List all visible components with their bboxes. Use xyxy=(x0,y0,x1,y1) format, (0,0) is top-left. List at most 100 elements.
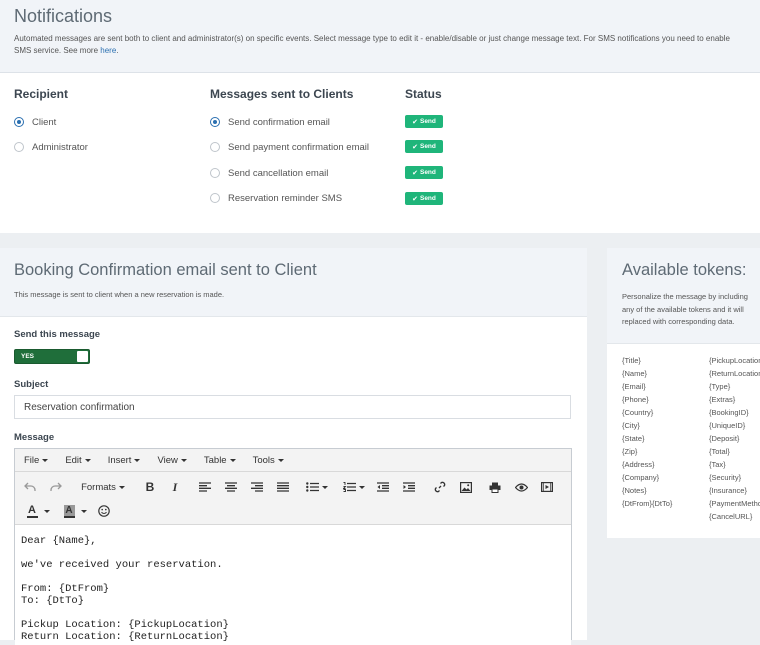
chevron-down-icon xyxy=(42,458,49,462)
image-icon[interactable] xyxy=(457,477,475,497)
status-badge[interactable]: ✔ Send xyxy=(405,192,443,205)
redo-icon[interactable] xyxy=(47,477,65,497)
status-badge[interactable]: ✔ Send xyxy=(405,115,443,128)
menu-view[interactable]: View xyxy=(157,455,187,466)
editor-content[interactable]: Dear {Name}, we've received your reserva… xyxy=(15,525,571,645)
token-item[interactable]: {Title} xyxy=(622,356,641,365)
check-icon: ✔ xyxy=(412,118,418,126)
editor-toolbar: Formats B I A A xyxy=(15,472,571,525)
menu-file[interactable]: File xyxy=(24,454,49,466)
token-item[interactable]: {Deposit} xyxy=(709,434,739,443)
chevron-down-icon xyxy=(43,509,50,513)
background-color-icon[interactable]: A xyxy=(60,501,90,521)
status-text: Send xyxy=(419,195,436,202)
menu-tools-label: Tools xyxy=(252,454,275,466)
align-left-icon[interactable] xyxy=(196,477,214,497)
link-icon[interactable] xyxy=(431,477,449,497)
radio-cancellation-email[interactable] xyxy=(210,168,220,178)
send-message-toggle[interactable]: YES xyxy=(14,349,90,364)
token-item[interactable]: {DtFrom}{DtTo} xyxy=(622,499,672,508)
align-right-icon[interactable] xyxy=(248,477,266,497)
page-title: Notifications xyxy=(14,6,113,26)
chevron-down-icon xyxy=(80,509,87,513)
token-item[interactable]: {Name} xyxy=(622,369,647,378)
menu-tools[interactable]: Tools xyxy=(253,455,284,466)
token-item[interactable]: {Type} xyxy=(709,382,730,391)
radio-client[interactable] xyxy=(14,117,24,127)
message-label-cancellation: Send cancellation email xyxy=(228,167,329,179)
recipient-client[interactable]: Client xyxy=(14,115,56,129)
formats-label: Formats xyxy=(81,481,116,493)
subject-input[interactable] xyxy=(14,395,571,419)
recipient-heading: Recipient xyxy=(14,87,69,101)
message-cancellation-email[interactable]: Send cancellation email xyxy=(210,166,328,180)
token-item[interactable]: {UniqueID} xyxy=(709,421,745,430)
description-line-2: SMS service. See more xyxy=(14,46,101,55)
token-item[interactable]: {Email} xyxy=(622,382,646,391)
toggle-knob[interactable] xyxy=(77,351,88,362)
token-item[interactable]: {Zip} xyxy=(622,447,637,456)
token-item[interactable]: {Company} xyxy=(622,473,659,482)
numbered-list-icon[interactable] xyxy=(340,477,368,497)
editor-line: To: {DtTo} xyxy=(21,595,85,607)
undo-icon[interactable] xyxy=(21,477,39,497)
check-icon: ✔ xyxy=(412,195,418,203)
font-color-icon[interactable]: A xyxy=(23,501,53,521)
token-item[interactable]: {Total} xyxy=(709,447,730,456)
booking-header: Booking Confirmation email sent to Clien… xyxy=(0,248,587,317)
align-center-icon[interactable] xyxy=(222,477,240,497)
token-item[interactable]: {Phone} xyxy=(622,395,649,404)
message-payment-confirmation-email[interactable]: Send payment confirmation email xyxy=(210,140,369,154)
menu-insert-label: Insert xyxy=(107,454,132,466)
token-item[interactable]: {Address} xyxy=(622,460,655,469)
status-text: Send xyxy=(419,118,436,125)
token-item[interactable]: {State} xyxy=(622,434,645,443)
emoticons-icon[interactable] xyxy=(95,501,113,521)
token-item[interactable]: {PickupLocation} xyxy=(709,356,760,365)
tokens-title: Available tokens: xyxy=(622,261,747,279)
message-reminder-sms[interactable]: Reservation reminder SMS xyxy=(210,191,342,205)
see-more-link[interactable]: here xyxy=(100,46,116,55)
menu-insert[interactable]: Insert xyxy=(108,455,141,466)
token-item[interactable]: {Insurance} xyxy=(709,486,747,495)
status-badge[interactable]: ✔ Send xyxy=(405,166,443,179)
radio-administrator[interactable] xyxy=(14,142,24,152)
formats-dropdown[interactable]: Formats xyxy=(75,477,131,497)
token-item[interactable]: {Notes} xyxy=(622,486,647,495)
italic-icon[interactable]: I xyxy=(166,477,184,497)
indent-icon[interactable] xyxy=(400,477,418,497)
menu-edit[interactable]: Edit xyxy=(65,454,91,466)
token-item[interactable]: {Security} xyxy=(709,473,741,482)
radio-reminder-sms[interactable] xyxy=(210,193,220,203)
booking-confirmation-panel: Booking Confirmation email sent to Clien… xyxy=(0,248,587,645)
token-item[interactable]: {City} xyxy=(622,421,640,430)
bold-icon[interactable]: B xyxy=(141,477,159,497)
token-item[interactable]: {CancelURL} xyxy=(709,512,752,521)
token-item[interactable]: {Tax} xyxy=(709,460,726,469)
radio-confirmation-email[interactable] xyxy=(210,117,220,127)
token-item[interactable]: {BookingID} xyxy=(709,408,749,417)
message-label-reminder: Reservation reminder SMS xyxy=(228,192,343,204)
status-badge[interactable]: ✔ Send xyxy=(405,140,443,153)
radio-payment-confirmation-email[interactable] xyxy=(210,142,220,152)
page-description: Automated messages are sent both to clie… xyxy=(14,33,760,57)
menu-edit-label: Edit xyxy=(65,454,82,466)
menu-file-label: File xyxy=(24,454,40,466)
token-item[interactable]: {ReturnLocation} xyxy=(709,369,760,378)
token-item[interactable]: {Country} xyxy=(622,408,653,417)
outdent-icon[interactable] xyxy=(374,477,392,497)
print-icon[interactable] xyxy=(486,477,504,497)
bullet-list-icon[interactable] xyxy=(303,477,331,497)
editor-line: Return Location: {ReturnLocation} xyxy=(21,631,229,643)
media-icon[interactable] xyxy=(538,477,556,497)
preview-icon[interactable] xyxy=(512,477,530,497)
message-confirmation-email[interactable]: Send confirmation email xyxy=(210,115,330,129)
description-line-1: Automated messages are sent both to clie… xyxy=(14,34,730,43)
chevron-down-icon xyxy=(84,458,91,462)
menu-table[interactable]: Table xyxy=(204,455,236,466)
token-item[interactable]: {PaymentMethod} xyxy=(709,499,760,508)
token-item[interactable]: {Extras} xyxy=(709,395,735,404)
booking-subtitle: This message is sent to client when a ne… xyxy=(14,290,225,299)
recipient-administrator[interactable]: Administrator xyxy=(14,140,88,154)
align-justify-icon[interactable] xyxy=(274,477,292,497)
